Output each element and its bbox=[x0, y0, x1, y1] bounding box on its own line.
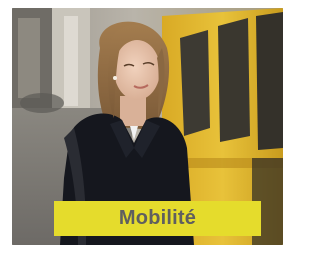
mobility-label: Mobilité bbox=[118, 207, 197, 229]
mobility-label-banner[interactable]: Mobilité bbox=[54, 201, 261, 236]
mobility-tile[interactable]: Mobilité bbox=[12, 8, 283, 245]
